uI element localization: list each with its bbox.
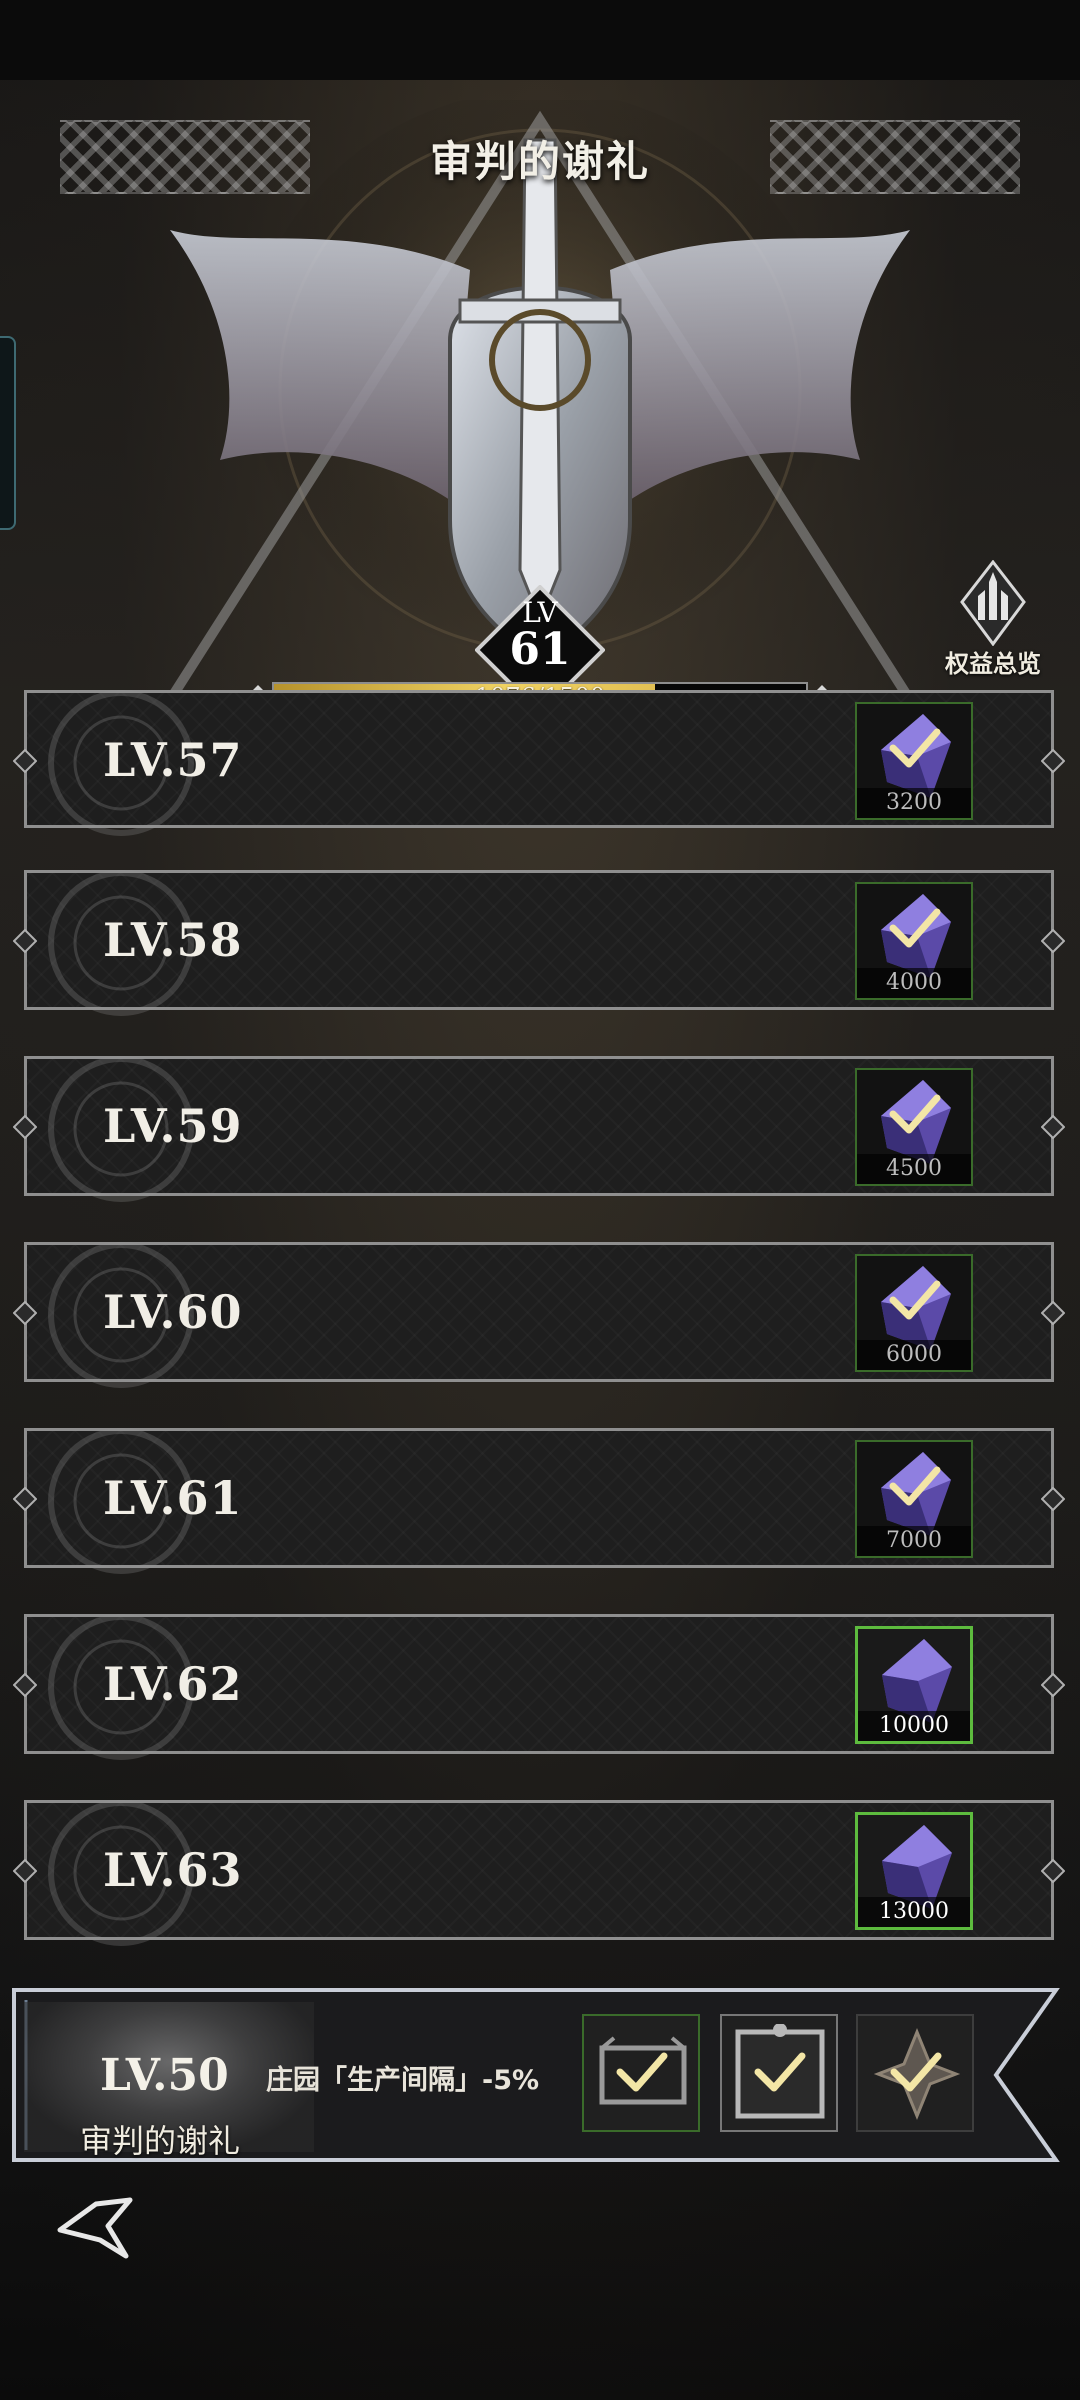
level-label: LV.61	[103, 1471, 243, 1525]
level-label: LV.62	[103, 1657, 243, 1711]
claimed-reward-slot[interactable]: 4500	[855, 1068, 973, 1186]
back-icon[interactable]	[56, 2196, 136, 2260]
castle-icon	[960, 560, 1026, 646]
level-label: LV.63	[103, 1843, 243, 1897]
claimed-reward-slot[interactable]: 3200	[855, 702, 973, 820]
row-edge-ornament	[13, 1487, 37, 1511]
claimable-reward-slot[interactable]: 13000	[855, 1812, 973, 1930]
level-row: LV.61 7000	[13, 1428, 1065, 1574]
claimable-reward-slot[interactable]: 10000	[855, 1626, 973, 1744]
claimed-check-icon	[616, 2052, 668, 2092]
claimed-check-icon	[889, 1466, 941, 1506]
current-level: 61	[509, 624, 571, 675]
row-edge-ornament	[1041, 1673, 1065, 1697]
benefits-overview-button[interactable]: 权益总览	[938, 560, 1048, 680]
claimed-reward-slot[interactable]: 4000	[855, 882, 973, 1000]
reward-amount: 10000	[858, 1711, 970, 1741]
reward-amount: 6000	[857, 1340, 971, 1370]
row-edge-ornament	[1041, 929, 1065, 953]
level-row: LV.62 10000	[13, 1614, 1065, 1760]
claimed-check-icon	[754, 2052, 806, 2092]
reward-amount: 3200	[857, 788, 971, 818]
row-edge-ornament	[13, 1859, 37, 1883]
claimed-check-icon	[889, 1094, 941, 1134]
row-edge-ornament	[13, 929, 37, 953]
row-edge-ornament	[13, 749, 37, 773]
claimed-check-icon	[889, 1280, 941, 1320]
benefits-overview-label: 权益总览	[945, 649, 1041, 678]
row-edge-ornament	[13, 1673, 37, 1697]
claimed-reward-slot[interactable]: 7000	[855, 1440, 973, 1558]
level-label: LV.60	[103, 1285, 243, 1339]
page-title: 审判的谢礼	[429, 137, 650, 186]
row-edge-ornament	[1041, 1301, 1065, 1325]
reward-amount: 7000	[857, 1526, 971, 1556]
milestone-description: 庄园「生产间隔」-5%	[266, 2065, 540, 2096]
reward-amount: 4500	[857, 1154, 971, 1184]
row-edge-ornament	[13, 1301, 37, 1325]
reward-amount: 4000	[857, 968, 971, 998]
level-label: LV.59	[103, 1099, 243, 1153]
milestone-name: 审判的谢礼	[80, 2122, 241, 2160]
level-label: LV.58	[103, 913, 243, 967]
level-row: LV.59 4500	[13, 1056, 1065, 1202]
level-row: LV.63 13000	[13, 1800, 1065, 1946]
row-edge-ornament	[1041, 1859, 1065, 1883]
claimed-check-icon	[890, 2052, 942, 2092]
row-edge-ornament	[13, 1115, 37, 1139]
claimed-check-icon	[889, 908, 941, 948]
claimed-reward-slot[interactable]: 6000	[855, 1254, 973, 1372]
reward-amount: 13000	[858, 1897, 970, 1927]
milestone-reward-frame[interactable]	[720, 2014, 838, 2132]
row-edge-ornament	[1041, 1487, 1065, 1511]
level-label: LV.57	[103, 733, 243, 787]
level-row: LV.58 4000	[13, 870, 1065, 1016]
row-edge-ornament	[1041, 1115, 1065, 1139]
status-bar-area	[0, 0, 1080, 80]
claimed-check-icon	[889, 728, 941, 768]
milestone-reward-emblem[interactable]	[856, 2014, 974, 2132]
row-edge-ornament	[1041, 749, 1065, 773]
level-row: LV.57 3200	[13, 690, 1065, 836]
level-row: LV.60 6000	[13, 1242, 1065, 1388]
milestone-reward-gate[interactable]	[582, 2014, 700, 2132]
milestone-level: LV.50	[100, 2050, 229, 2101]
